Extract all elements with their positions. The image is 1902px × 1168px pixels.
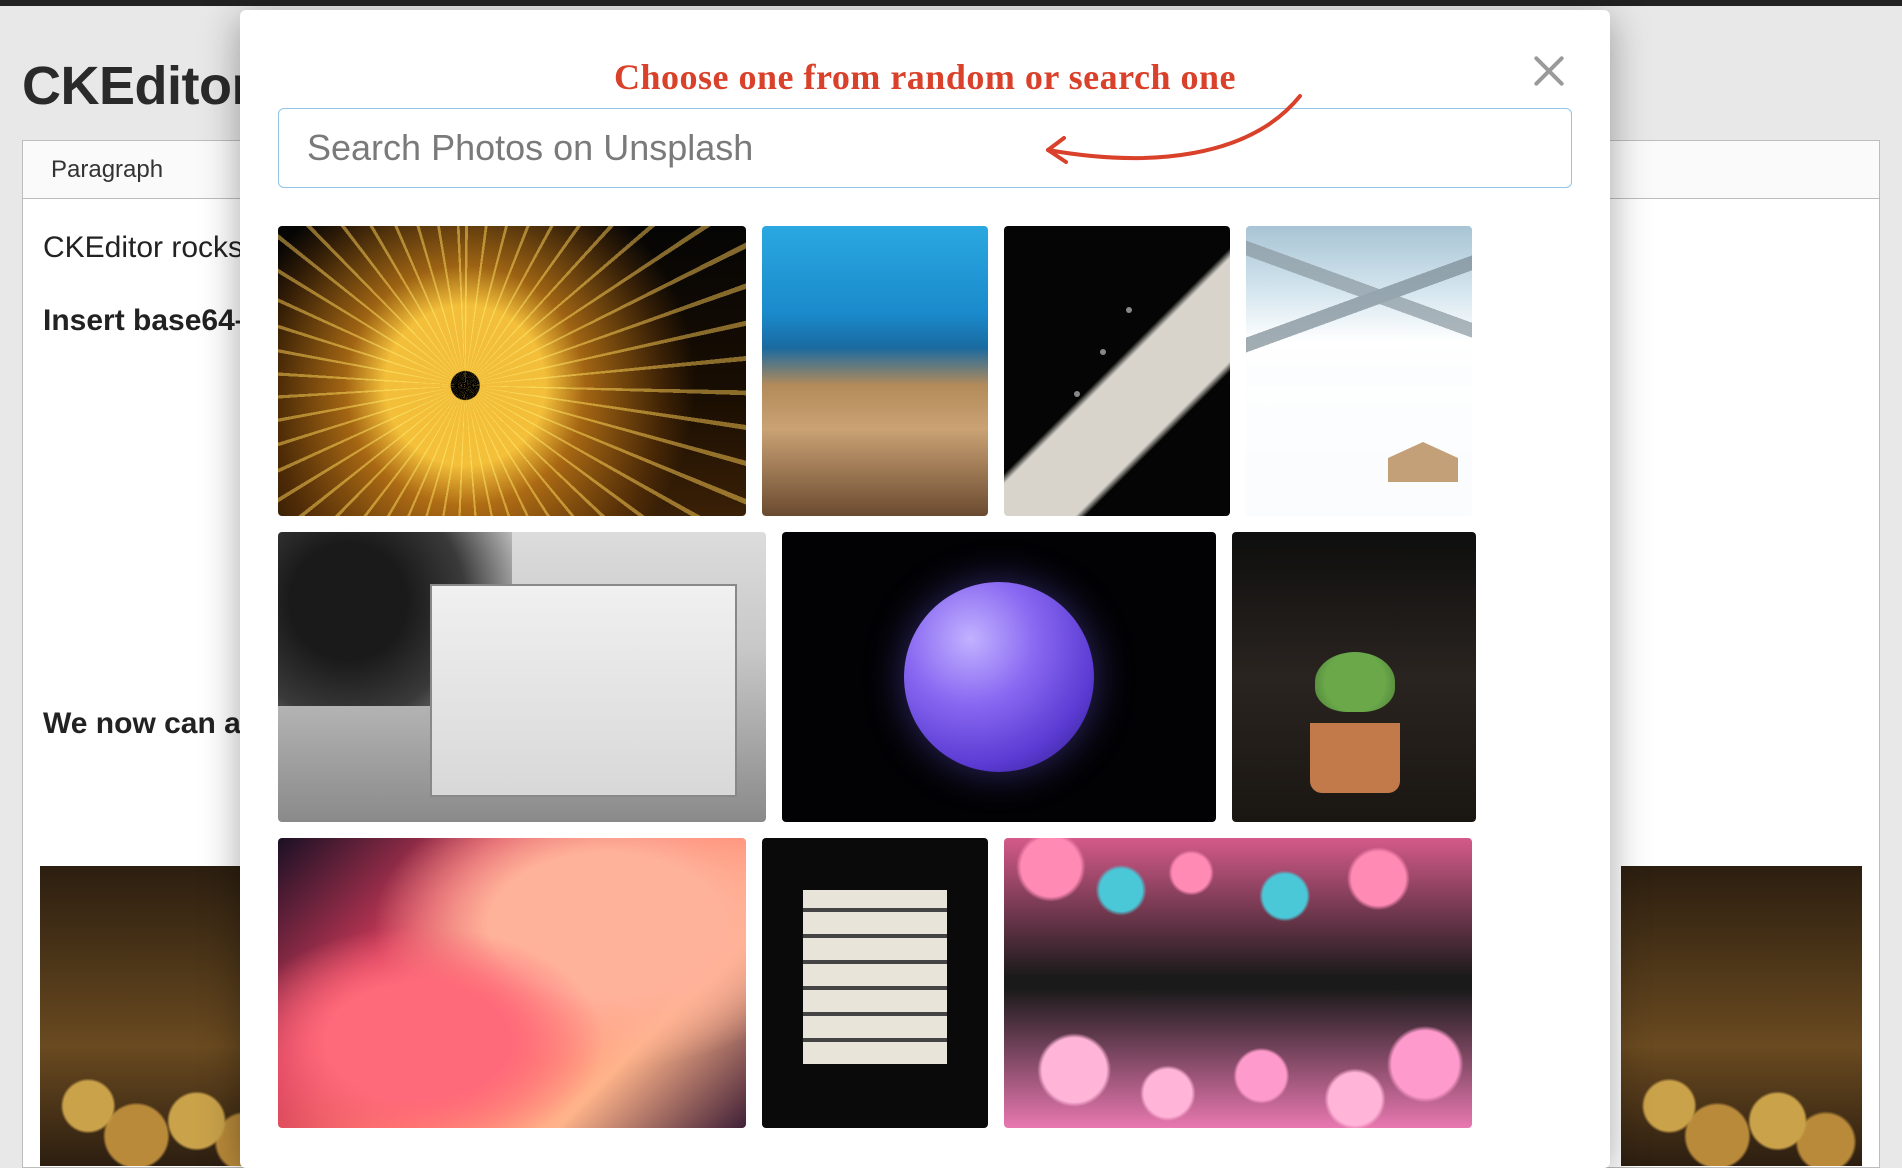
- close-button[interactable]: [1530, 52, 1568, 90]
- thumb-dark-window[interactable]: [762, 838, 988, 1128]
- thumb-dark-edge[interactable]: [1004, 226, 1230, 516]
- unsplash-modal: Choose one from random or search one: [240, 10, 1610, 1168]
- thumb-cells[interactable]: [1004, 838, 1472, 1128]
- annotation-callout: Choose one from random or search one: [240, 56, 1610, 98]
- thumb-bw-market[interactable]: [278, 532, 766, 822]
- search-input[interactable]: [278, 108, 1572, 188]
- thumb-sparks[interactable]: [278, 226, 746, 516]
- thumb-pink-swirl[interactable]: [278, 838, 746, 1128]
- close-icon: [1530, 52, 1568, 90]
- photo-gallery: [278, 226, 1572, 1128]
- thumb-snow-mountain[interactable]: [1246, 226, 1472, 516]
- thumb-neptune[interactable]: [782, 532, 1216, 822]
- thumb-succulent[interactable]: [1232, 532, 1476, 822]
- thumb-ocean[interactable]: [762, 226, 988, 516]
